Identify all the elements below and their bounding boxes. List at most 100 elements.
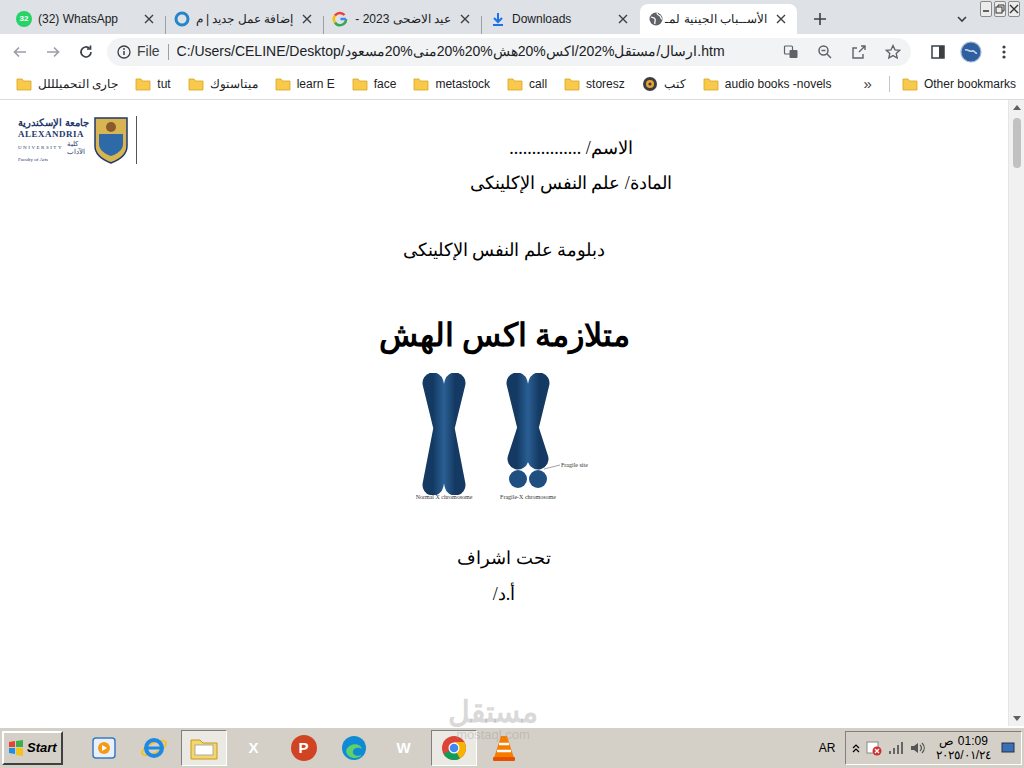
clock[interactable]: 01:09 ص٢٠٢٥/٠١/٢٤ [932,734,995,762]
tab-close-icon[interactable] [457,11,473,27]
scroll-up-icon[interactable] [1013,100,1021,114]
page-viewport: جامعة الإسكندريةALEXANDRIAUNIVERSITYكلية… [0,100,1024,726]
chrome-icon [440,734,468,762]
bookmarks-bar: جارى التحميلللل tut ميتاستوك learn E facemet… [0,69,1024,100]
folder-icon [703,77,719,91]
scroll-down-icon[interactable] [1013,712,1021,726]
share-icon[interactable] [845,38,873,66]
show-hidden-icon[interactable] [852,743,860,753]
zoom-icon[interactable] [811,38,839,66]
tab-title: الأســباب الجينية لمـ [670,11,767,27]
folder-icon [135,77,151,91]
volume-icon[interactable] [910,741,926,755]
bookmark-item[interactable]: audio books -novels [701,72,834,96]
language-indicator[interactable]: AR [813,739,842,757]
taskbar-app-button[interactable]: W [381,730,427,766]
browser-tab[interactable]: الأســباب الجينية لمـ [640,4,797,34]
browser-tab[interactable]: 32 (32) WhatsApp [8,4,165,34]
tab-close-icon[interactable] [773,11,789,27]
tab-strip: 32 (32) WhatsApp إضافة عمل جديد | م عيد الا… [0,0,1024,34]
info-icon[interactable] [117,45,131,59]
other-bookmarks[interactable]: Other bookmarks [902,75,1016,93]
bookmark-item[interactable]: جارى التحميلللل [14,72,120,96]
reload-icon[interactable] [72,38,100,66]
browser-tab[interactable]: عيد الاضحى 2023 - [324,4,481,34]
media-icon [91,735,117,761]
menu-icon[interactable] [990,38,1018,66]
tab-favicon-icon: 32 [16,11,32,27]
bookmarks-divider [889,76,890,92]
excel-icon: X [241,735,267,761]
vlc-icon [491,734,517,762]
tab-favicon-icon [332,11,348,27]
diploma-line: دبلومة علم النفس الإكلينكى [403,238,606,262]
bookmark-item[interactable]: face [350,72,399,96]
subject-line: المادة/ علم النفس الإكلينكى [470,171,672,195]
taskbar-app-button[interactable] [331,730,377,766]
figure-label: Fragile site [561,461,588,469]
bookmark-item[interactable]: metastock [411,72,492,96]
professor-line: أ.د/ [493,582,516,606]
security-icon[interactable] [866,740,882,756]
chromosome-figure: Normal X chromosomeFragile-X chromosomeF… [414,373,594,503]
taskbar: Start XP W AR 01:09 ص٢٠٢٥/٠١/٢٤ [0,726,1024,768]
bookmark-item[interactable]: call [505,72,549,96]
system-tray: 01:09 ص٢٠٢٥/٠١/٢٤ [845,731,1022,765]
taskbar-app-button[interactable]: X [231,730,277,766]
more-bookmarks-button[interactable]: » [860,73,876,96]
logo-divider [136,116,137,164]
minimize-button[interactable] [980,1,992,17]
tab-close-icon[interactable] [299,11,315,27]
bookmark-item[interactable]: tut [133,72,172,96]
network-icon[interactable] [888,741,904,755]
show-desktop-icon[interactable] [1001,742,1015,754]
forward-icon[interactable] [39,38,67,66]
taskbar-app-button[interactable]: P [281,730,327,766]
folder-icon [188,77,204,91]
scrollbar[interactable] [1008,100,1024,726]
tab-close-icon[interactable] [141,11,157,27]
bookmark-item[interactable]: storesz [562,72,627,96]
university-logo: جامعة الإسكندريةALEXANDRIAUNIVERSITYكلية… [18,116,137,164]
bookmark-item[interactable]: ميتاستوك [186,72,260,96]
profile-icon[interactable] [957,38,985,66]
tab-divider [481,16,482,34]
tab-title: إضافة عمل جديد | م [196,11,293,27]
new-tab-icon[interactable] [806,5,834,33]
tab-favicon-icon [174,11,190,27]
url-text[interactable]: C:/Users/CELINE/Desktop/ارسال/مستقل%202/… [177,41,771,62]
tab-title: Downloads [512,11,609,27]
bookmark-star-icon[interactable] [879,38,907,66]
side-panel-icon[interactable] [924,38,952,66]
tab-close-icon[interactable] [615,11,631,27]
taskbar-app-button[interactable] [481,730,527,766]
taskbar-app-button[interactable] [181,730,227,766]
site-icon [642,76,658,92]
edge-icon [340,734,368,762]
word-icon: W [391,735,417,761]
taskbar-app-button[interactable] [81,730,127,766]
browser-tab[interactable]: إضافة عمل جديد | م [166,4,323,34]
start-button[interactable]: Start [2,731,63,765]
windows-logo-icon [8,740,24,756]
folder-icon [413,77,429,91]
bookmark-item[interactable]: learn E [273,72,337,96]
tab-divider [323,16,324,34]
back-icon[interactable] [6,38,34,66]
close-window-button[interactable] [1008,1,1020,17]
document: جامعة الإسكندريةALEXANDRIAUNIVERSITYكلية… [0,100,1008,726]
restore-button[interactable] [994,1,1006,17]
bookmark-item[interactable]: كتب [640,72,688,96]
tab-divider [165,16,166,34]
toolbar: FileC:/Users/CELINE/Desktop/ارسال/مستقل%… [0,34,1024,69]
scroll-thumb[interactable] [1013,118,1021,168]
tab-title: (32) WhatsApp [38,11,135,27]
browser-tab[interactable]: Downloads [482,4,639,34]
chromosome-figure-icon [414,373,594,495]
folder-icon [189,735,219,761]
translate-icon[interactable] [777,38,805,66]
tab-search-icon[interactable] [950,5,974,33]
taskbar-app-button[interactable] [431,730,477,766]
taskbar-app-button[interactable] [131,730,177,766]
omnibox[interactable]: FileC:/Users/CELINE/Desktop/ارسال/مستقل%… [107,38,911,66]
